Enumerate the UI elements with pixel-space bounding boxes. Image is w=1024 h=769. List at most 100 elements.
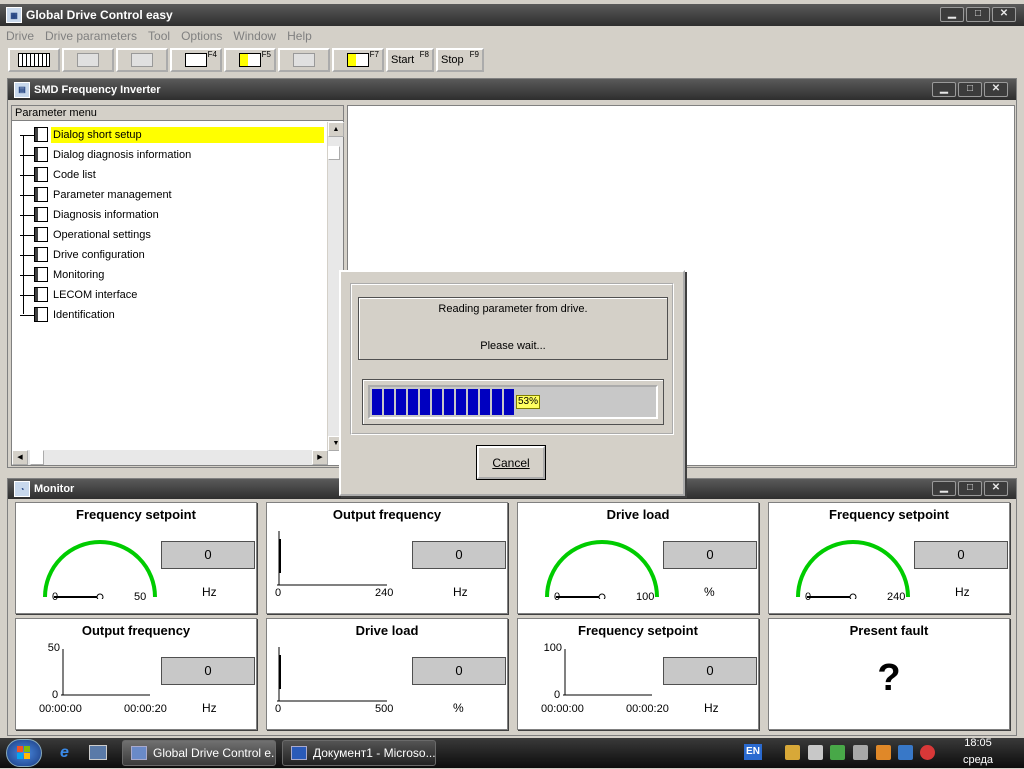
tray-speaker-icon[interactable] [876, 745, 891, 760]
start-button[interactable]: Start F8 [386, 48, 434, 72]
smd-minimize-button[interactable]: ▁ [932, 82, 956, 97]
menu-help[interactable]: Help [287, 29, 312, 43]
clock-time[interactable]: 18:05 [950, 737, 1006, 749]
app-icon: ▦ [6, 7, 22, 23]
trend-axis [61, 649, 150, 696]
gauge-min: 0 [554, 591, 561, 603]
gauge-max: 50 [134, 591, 147, 603]
app-titlebar[interactable]: ▦ Global Drive Control easy ▁ □ ✕ [0, 4, 1024, 26]
close-button[interactable]: ✕ [992, 7, 1016, 22]
gauge-max: 240 [887, 591, 906, 603]
smd-titlebar[interactable]: ▤ SMD Frequency Inverter ▁ □ ✕ [8, 79, 1016, 100]
unit-label: Hz [955, 585, 970, 599]
taskbar: e Global Drive Control e... Документ1 - … [0, 737, 1024, 768]
progress-bar: 53% [368, 385, 658, 419]
tree-item[interactable]: Parameter management [12, 185, 312, 205]
disabled-transfer-button[interactable] [278, 48, 330, 72]
tray-network-icon[interactable] [830, 745, 845, 760]
gdc-task-icon [131, 746, 147, 760]
bar-axis [277, 647, 387, 702]
axis-max: 500 [375, 703, 394, 715]
folder-icon [34, 207, 48, 222]
message-line1: Reading parameter from drive. [438, 303, 588, 315]
axis-min: 0 [275, 703, 282, 715]
cancel-button[interactable]: Cancel [476, 445, 546, 480]
tree-item[interactable]: Drive configuration [12, 245, 312, 265]
tray-doc-icon[interactable] [808, 745, 823, 760]
app-window: ▦ Global Drive Control easy ▁ □ ✕ Drive … [0, 0, 1024, 738]
scroll-right-arrow[interactable]: ▶ [312, 450, 328, 465]
trend-ymax: 50 [47, 642, 60, 654]
monitor-close-button[interactable]: ✕ [984, 481, 1008, 496]
scroll-thumb[interactable] [328, 146, 340, 160]
menu-drive[interactable]: Drive [6, 29, 34, 43]
tree-item[interactable]: LECOM interface [12, 285, 312, 305]
read-param-button[interactable] [62, 48, 114, 72]
tree-connector [20, 315, 34, 316]
minimize-button[interactable]: ▁ [940, 7, 964, 22]
tree-item-label: Diagnosis information [53, 209, 159, 221]
panel-title: Output frequency [81, 623, 191, 638]
folder-icon [34, 307, 48, 322]
tree-item[interactable]: Monitoring [12, 265, 312, 285]
tray-app-icon[interactable] [785, 745, 800, 760]
scroll-left-arrow[interactable]: ◀ [12, 450, 28, 465]
menu-options[interactable]: Options [181, 29, 222, 43]
tree-item-label: Dialog short setup [51, 127, 324, 143]
f5-button[interactable]: F5 [224, 48, 276, 72]
smd-maximize-button[interactable]: □ [958, 82, 982, 97]
tray-security-icon[interactable] [920, 745, 935, 760]
axis-max: 240 [375, 587, 394, 599]
trend-t0: 00:00:00 [541, 703, 584, 715]
monitor-panel: Output frequency 0 Hz 50 0 00:00:00 00:00:20 [15, 618, 257, 730]
f4-button[interactable]: F4 [170, 48, 222, 72]
gauge-icon: ◔ [14, 481, 30, 497]
unit-label: Hz [704, 701, 719, 715]
folder-icon [34, 267, 48, 282]
monitor-minimize-button[interactable]: ▁ [932, 481, 956, 496]
panel-title: Frequency setpoint [578, 623, 698, 638]
ie-icon[interactable]: e [60, 744, 78, 762]
f7-button[interactable]: F7 [332, 48, 384, 72]
task-gdc[interactable]: Global Drive Control e... [122, 740, 276, 766]
connect-drive-button[interactable] [8, 48, 60, 72]
menu-drive-parameters[interactable]: Drive parameters [45, 29, 137, 43]
folder-icon [34, 227, 48, 242]
gauge-max: 100 [636, 591, 655, 603]
tree-item[interactable]: Dialog diagnosis information [12, 145, 312, 165]
smd-close-button[interactable]: ✕ [984, 82, 1008, 97]
menu-window[interactable]: Window [233, 29, 276, 43]
tree-item[interactable]: Diagnosis information [12, 205, 312, 225]
tree-item-label: Parameter management [53, 189, 172, 201]
monitor-panel: Drive load 0% 0 100 [517, 502, 759, 614]
show-desktop-icon[interactable] [89, 745, 107, 760]
progress-frame: 53% [362, 379, 664, 425]
gauge-dial [545, 540, 659, 599]
panel-title: Output frequency [332, 507, 442, 522]
gauge-pivot [598, 593, 606, 599]
panel-title: Present fault [849, 623, 929, 638]
tree-item[interactable]: Operational settings [12, 225, 312, 245]
tree-item[interactable]: Code list [12, 165, 312, 185]
maximize-button[interactable]: □ [966, 7, 990, 22]
monitor-maximize-button[interactable]: □ [958, 481, 982, 496]
tree-connector [20, 175, 34, 176]
word-task-icon [291, 746, 307, 760]
unit-label: % [704, 585, 715, 599]
write-param-button[interactable] [116, 48, 168, 72]
tree-connector [20, 155, 34, 156]
tree-item[interactable]: Identification [12, 305, 312, 325]
hscroll-thumb[interactable] [30, 450, 44, 465]
volume-icon[interactable] [853, 745, 868, 760]
scroll-up-arrow[interactable]: ▲ [328, 122, 344, 137]
tree-item[interactable]: Dialog short setup [12, 125, 324, 145]
menu-tool[interactable]: Tool [148, 29, 170, 43]
tray-monitor-icon[interactable] [898, 745, 913, 760]
language-indicator[interactable]: EN [744, 744, 762, 760]
start-orb[interactable] [6, 739, 42, 767]
monitor-panel: Present fault? [768, 618, 1010, 730]
stop-button[interactable]: Stop F9 [436, 48, 484, 72]
task-word[interactable]: Документ1 - Microso... [282, 740, 436, 766]
tree-hscroll[interactable]: ◀ ▶ [12, 450, 328, 465]
progress-percent: 53% [516, 395, 541, 409]
